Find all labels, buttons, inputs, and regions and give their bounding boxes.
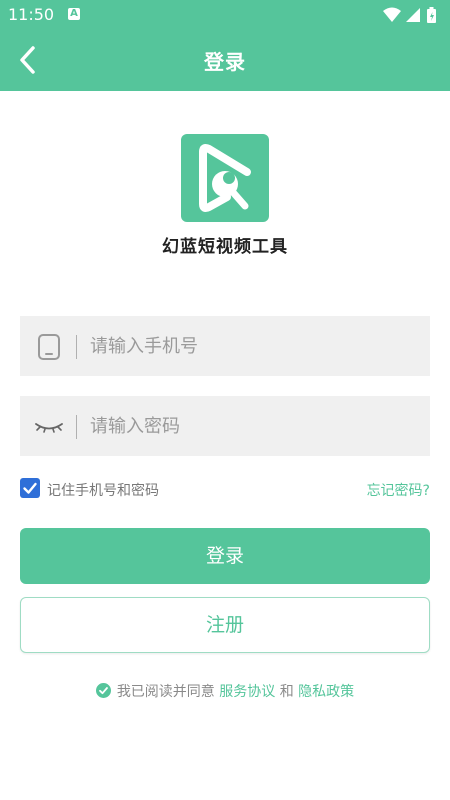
password-input[interactable] (90, 396, 420, 456)
check-icon (23, 482, 37, 494)
service-agreement-link[interactable]: 服务协议 (219, 684, 275, 700)
eye-closed-icon[interactable] (35, 413, 63, 441)
phone-input[interactable] (90, 316, 420, 376)
remember-row: 记住手机号和密码 忘记密码? (20, 478, 430, 500)
agree-check-icon[interactable] (95, 683, 111, 698)
remember-label[interactable]: 记住手机号和密码 (47, 480, 159, 500)
app-name: 幻蓝短视频工具 (162, 237, 288, 257)
forgot-password-link[interactable]: 忘记密码? (367, 480, 430, 500)
privacy-policy-link[interactable]: 隐私政策 (298, 684, 354, 700)
login-button[interactable]: 登录 (20, 528, 430, 584)
agreement-row: 我已阅读并同意 服务协议 和 隐私政策 (0, 681, 450, 701)
signal-icon (406, 8, 420, 22)
register-button[interactable]: 注册 (20, 597, 430, 653)
phone-field[interactable] (20, 316, 430, 376)
wifi-icon (383, 7, 401, 22)
password-field[interactable] (20, 396, 430, 456)
field-divider (76, 415, 77, 439)
phone-icon (38, 334, 60, 360)
status-time: 11:50 (8, 5, 55, 24)
field-divider (76, 335, 77, 359)
battery-icon (427, 7, 436, 23)
remember-checkbox[interactable] (20, 478, 40, 498)
status-icons (382, 6, 442, 24)
page-title: 登录 (204, 50, 246, 74)
agreement-prefix: 我已阅读并同意 (116, 684, 215, 700)
logo-play-wrench-icon (199, 144, 251, 212)
app-bar: 登录 (0, 30, 450, 91)
status-bar: 11:50 A (0, 0, 450, 30)
app-logo (181, 134, 269, 222)
agreement-and: 和 (279, 684, 294, 700)
notification-icon: A (68, 8, 80, 20)
